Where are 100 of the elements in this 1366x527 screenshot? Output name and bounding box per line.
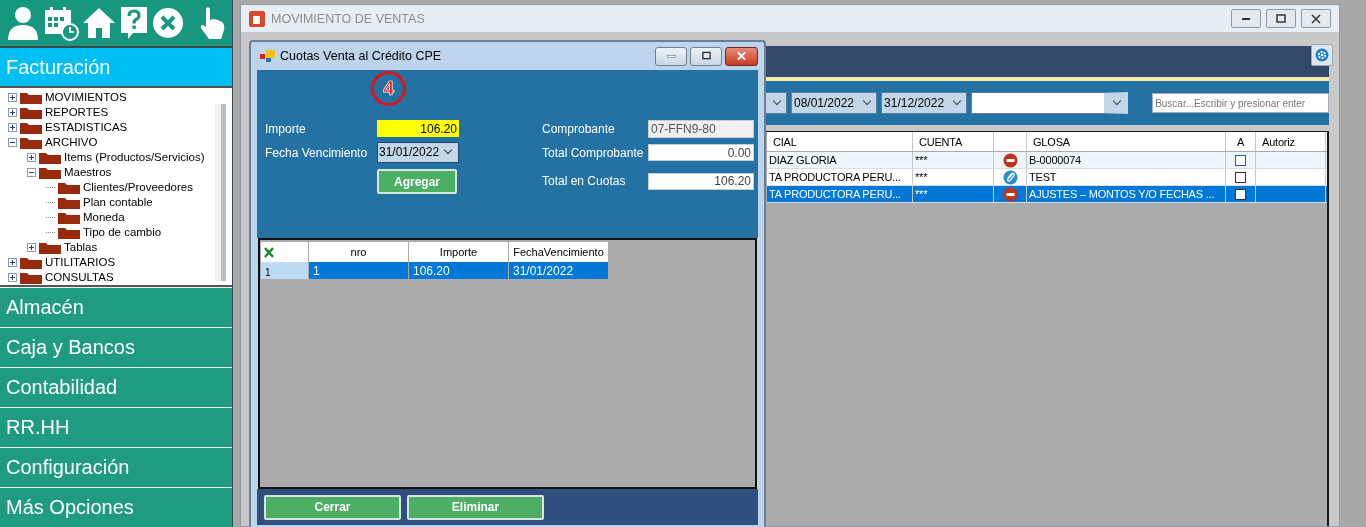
close-icon[interactable] (152, 7, 184, 39)
tree-item[interactable]: Items (Productos/Servicios) (64, 150, 205, 165)
table-cell: *** (913, 152, 994, 168)
collapse-icon[interactable] (27, 168, 36, 177)
table-row[interactable]: TA PRODUCTORA PERU... *** AJUSTES – MONTOS Y/O FECHAS ... (767, 186, 1327, 203)
folder-icon (20, 271, 42, 284)
table-row[interactable]: 1 1 106.20 31/01/2022 (261, 262, 755, 279)
hand-pointer-icon[interactable] (198, 6, 226, 40)
tree-item[interactable]: Moneda (83, 210, 125, 225)
expand-icon[interactable] (8, 273, 17, 282)
folder-icon (58, 211, 80, 224)
folder-icon (39, 166, 61, 179)
column-header[interactable]: nro (309, 242, 409, 262)
minus-circle-icon (1002, 186, 1018, 202)
app-icon (249, 10, 265, 27)
paperclip-icon (1002, 169, 1018, 185)
expand-icon[interactable] (8, 108, 17, 117)
folder-icon (58, 181, 80, 194)
dropdown-field[interactable] (971, 92, 1129, 114)
folder-icon (39, 241, 61, 254)
expand-icon[interactable] (27, 243, 36, 252)
column-header[interactable]: A (1226, 132, 1256, 151)
minimize-icon (1241, 17, 1251, 20)
table-cell: 31/01/2022 (509, 262, 609, 279)
tree-item[interactable]: Tablas (64, 240, 98, 255)
annotation-number: 4 (371, 71, 406, 106)
table-row[interactable]: DIAZ GLORIA *** B-0000074 (767, 152, 1327, 169)
minimize-icon (666, 54, 676, 58)
maximize-button[interactable] (690, 46, 722, 66)
field-label: Total Comprobante (542, 145, 645, 160)
search-field[interactable]: Buscar...Escribir y presionar enter (1152, 93, 1329, 113)
date-picker[interactable]: 31/01/2022 (377, 142, 459, 163)
tree-item[interactable]: ARCHIVO (45, 135, 98, 150)
table-row[interactable]: TA PRODUCTORA PERU... *** TEST (767, 169, 1327, 186)
field-label: Comprobante (542, 122, 616, 136)
tree-item[interactable]: CONSULTAS (45, 270, 114, 285)
minimize-button[interactable] (1231, 9, 1261, 28)
input-field[interactable]: 106.20 (377, 120, 459, 137)
folder-icon (20, 121, 42, 134)
settings-button[interactable] (1311, 44, 1333, 66)
maximize-icon (1276, 13, 1286, 24)
window-title: MOVIMIENTO DE VENTAS (271, 11, 425, 26)
table-cell: AJUSTES – MONTOS Y/O FECHAS ... (1027, 186, 1226, 202)
close-button[interactable] (725, 46, 758, 66)
column-header[interactable]: Importe (409, 242, 509, 262)
input-field[interactable]: 106.20 (648, 172, 754, 190)
expand-icon[interactable] (8, 123, 17, 132)
column-header[interactable]: GLOSA (1027, 132, 1226, 151)
settings-icon (1315, 48, 1329, 62)
field-label: Fecha Vencimiento (265, 145, 369, 160)
date-picker[interactable]: 31/12/2022 (881, 92, 968, 114)
checkbox[interactable] (1235, 188, 1246, 200)
input-field[interactable]: 0.00 (648, 144, 754, 161)
table-cell: *** (913, 169, 994, 185)
column-header[interactable]: CIAL (767, 132, 913, 151)
x-icon[interactable] (264, 246, 274, 258)
table-cell: TA PRODUCTORA PERU... (767, 186, 913, 202)
scrollbar[interactable] (215, 104, 226, 281)
column-header[interactable]: Autoriz (1256, 132, 1326, 151)
table-cell: DIAZ GLORIA (767, 152, 913, 168)
expand-icon[interactable] (8, 258, 17, 267)
dialog-title: Cuotas Venta al Crédito CPE (280, 49, 442, 63)
field-label: Total en Cuotas (542, 174, 627, 188)
table-cell: TA PRODUCTORA PERU... (767, 169, 913, 185)
folder-icon (20, 256, 42, 269)
tree-item[interactable]: MOVIMIENTOS (45, 90, 127, 105)
tree-item[interactable]: Clientes/Proveedores (83, 180, 193, 195)
table-cell: 1 (309, 262, 409, 279)
table-cell: TEST (1027, 169, 1226, 185)
tree-item[interactable]: REPORTES (45, 105, 109, 120)
minus-circle-icon (1002, 152, 1018, 168)
checkbox[interactable] (1235, 154, 1246, 166)
folder-icon (58, 196, 80, 209)
folder-icon (20, 106, 42, 119)
home-icon[interactable] (82, 6, 116, 40)
close-icon (1311, 13, 1321, 24)
app-icon (260, 49, 276, 63)
field-label: Importe (265, 121, 307, 136)
tree-item[interactable]: UTILITARIOS (45, 255, 116, 270)
help-icon[interactable] (119, 5, 149, 41)
tree-item[interactable]: Tipo de cambio (83, 225, 162, 240)
calendar-clock-icon[interactable] (43, 5, 79, 41)
maximize-button[interactable] (1266, 9, 1296, 28)
row-header: 1 (261, 262, 309, 279)
tree-item[interactable]: ESTADISTICAS (45, 120, 128, 135)
tree-item[interactable]: Maestros (64, 165, 112, 180)
tree-item[interactable]: Plan contable (83, 195, 153, 210)
user-icon[interactable] (6, 5, 40, 41)
collapse-icon[interactable] (8, 138, 17, 147)
expand-icon[interactable] (8, 93, 17, 102)
checkbox[interactable] (1235, 171, 1246, 183)
date-picker[interactable]: 08/01/2022 (790, 92, 878, 114)
column-header[interactable]: FechaVencimiento (509, 242, 609, 262)
folder-icon (20, 136, 42, 149)
table-cell: 106.20 (409, 262, 509, 279)
column-header[interactable]: CUENTA (913, 132, 994, 151)
close-icon (737, 51, 746, 61)
expand-icon[interactable] (27, 153, 36, 162)
close-button[interactable] (1301, 9, 1331, 28)
table-cell: *** (913, 186, 994, 202)
